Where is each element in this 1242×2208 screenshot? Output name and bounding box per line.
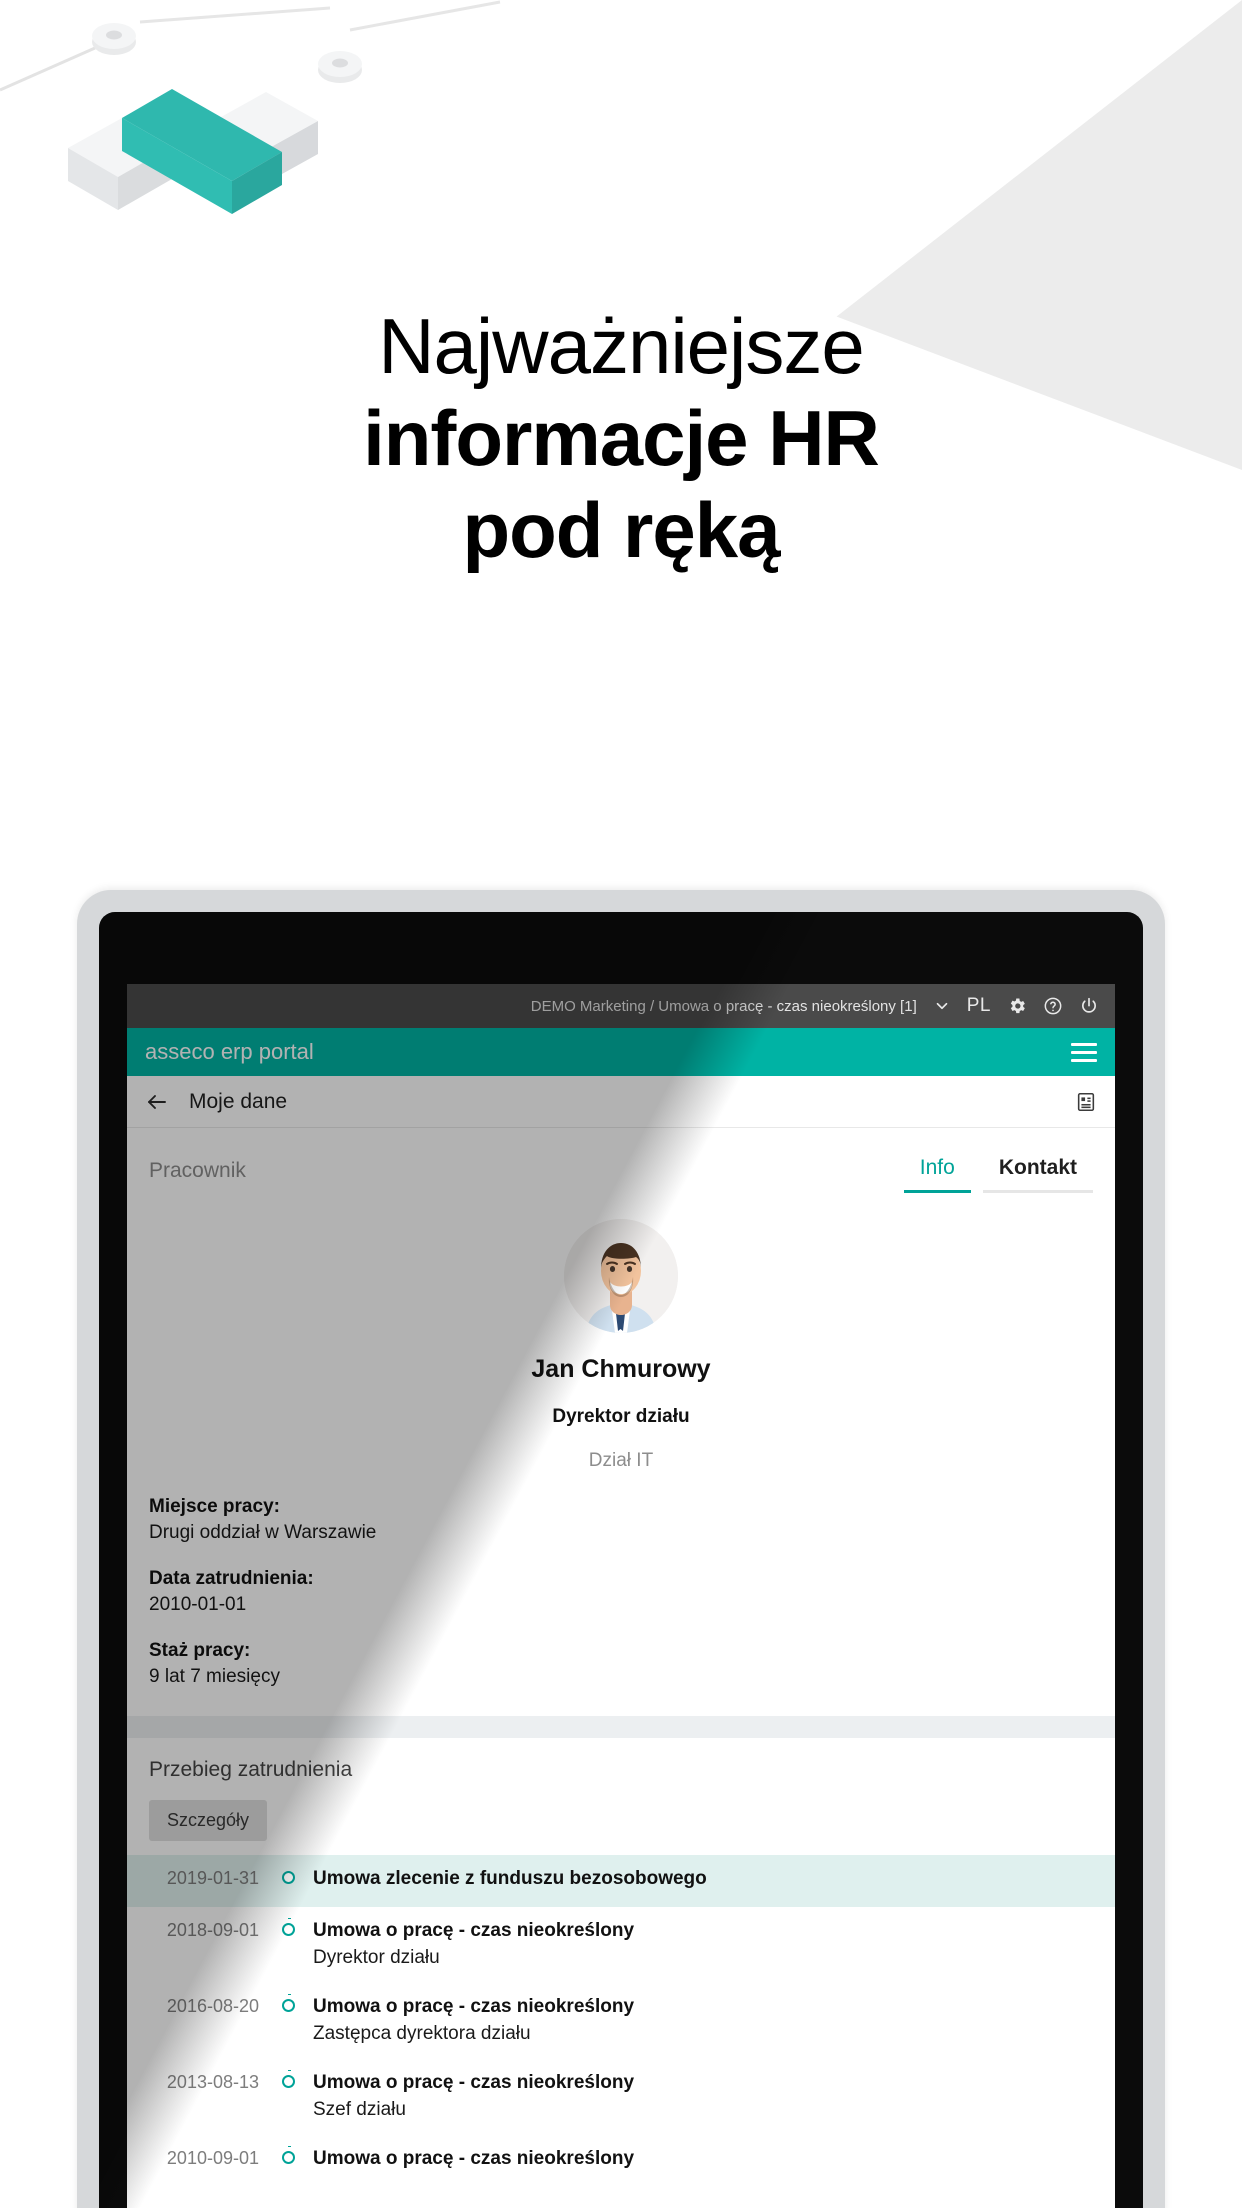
table-row[interactable]: 2010-09-01 Umowa o pracę - czas nieokreś… bbox=[127, 2135, 1115, 2187]
field-label: Data zatrudnienia: bbox=[149, 1568, 314, 1589]
app-status-bar: DEMO Marketing / Umowa o pracę - czas ni… bbox=[127, 984, 1115, 1028]
timeline-date: 2019-01-31 bbox=[166, 1868, 259, 1888]
table-row[interactable]: 2019-01-31 Umowa zlecenie z funduszu bez… bbox=[127, 1855, 1115, 1907]
tablet-screen: DEMO Marketing / Umowa o pracę - czas ni… bbox=[127, 984, 1115, 2208]
timeline-date: 2018-09-01 bbox=[166, 1920, 259, 1940]
timeline-title: Umowa zlecenie z funduszu bezosobowego bbox=[313, 1868, 707, 1889]
timeline-subtitle: Zastępca dyrektora działu bbox=[313, 2023, 531, 2044]
employee-department: Dział IT bbox=[588, 1450, 654, 1471]
details-button[interactable]: Szczegóły bbox=[149, 1800, 268, 1841]
timeline-date: 2016-08-20 bbox=[166, 1996, 259, 2016]
question-circle-icon[interactable] bbox=[1043, 996, 1063, 1016]
timeline-body: Umowa o pracę - czas nieokreślony Zastęp… bbox=[303, 1994, 1115, 2048]
tab-bar: Info Kontakt bbox=[903, 1150, 1093, 1193]
isometric-logo-decoration bbox=[68, 89, 318, 214]
headline-line-3: pod ręką bbox=[462, 486, 780, 574]
field-value: 2010-01-01 bbox=[149, 1594, 247, 1615]
field-workplace: Miejsce pracy: Drugi oddział w Warszawie bbox=[149, 1494, 1093, 1546]
back-arrow-icon[interactable] bbox=[145, 1090, 169, 1114]
timeline-body: Umowa o pracę - czas nieokreślony Szef d… bbox=[303, 2070, 1115, 2124]
gear-icon[interactable] bbox=[1007, 996, 1027, 1016]
tab-kontakt[interactable]: Kontakt bbox=[982, 1150, 1093, 1193]
employee-section-header: Pracownik Info Kontakt bbox=[127, 1128, 1115, 1193]
chevron-down-icon[interactable] bbox=[933, 997, 951, 1015]
table-row[interactable]: 2018-09-01 Umowa o pracę - czas nieokreś… bbox=[127, 1907, 1115, 1983]
timeline-date: 2010-09-01 bbox=[166, 2148, 259, 2168]
timeline-subtitle: Dyrektor działu bbox=[313, 1947, 440, 1968]
employee-fields: Miejsce pracy: Drugi oddział w Warszawie… bbox=[127, 1476, 1115, 1716]
section-label: Pracownik bbox=[149, 1159, 246, 1182]
promo-page: Najważniejsze informacje HR pod ręką DEM… bbox=[0, 0, 1242, 2208]
timeline-title: Umowa o pracę - czas nieokreślony bbox=[313, 1996, 635, 2017]
employment-timeline: 2019-01-31 Umowa zlecenie z funduszu bez… bbox=[127, 1855, 1115, 2187]
employee-role: Dyrektor działu bbox=[552, 1406, 690, 1427]
section-divider bbox=[127, 1716, 1115, 1738]
field-label: Staż pracy: bbox=[149, 1640, 251, 1661]
app-brand-title: asseco erp portal bbox=[145, 1039, 314, 1064]
connector-node-decoration bbox=[318, 0, 501, 83]
avatar bbox=[564, 1219, 678, 1333]
language-selector[interactable]: PL bbox=[967, 995, 991, 1017]
headline-line-1: Najważniejsze bbox=[378, 302, 865, 390]
tablet-bezel: DEMO Marketing / Umowa o pracę - czas ni… bbox=[99, 912, 1143, 2208]
timeline-title: Umowa o pracę - czas nieokreślony bbox=[313, 2148, 635, 2169]
timeline-subtitle: Szef działu bbox=[313, 2099, 406, 2120]
field-hire-date: Data zatrudnienia: 2010-01-01 bbox=[149, 1566, 1093, 1618]
employment-history-header: Przebieg zatrudnienia Szczegóły bbox=[127, 1738, 1115, 1841]
field-label: Miejsce pracy: bbox=[149, 1496, 280, 1517]
hamburger-icon[interactable] bbox=[1071, 1042, 1097, 1062]
page-content: Pracownik Info Kontakt Jan Chmurowy Dyre… bbox=[127, 1128, 1115, 2187]
hero-headline: Najważniejsze informacje HR pod ręką bbox=[0, 300, 1242, 576]
app-bar: asseco erp portal bbox=[127, 1028, 1115, 1076]
context-breadcrumb: DEMO Marketing / Umowa o pracę - czas ni… bbox=[530, 997, 917, 1015]
timeline-body: Umowa o pracę - czas nieokreślony Dyrekt… bbox=[303, 1918, 1115, 1972]
field-tenure: Staż pracy: 9 lat 7 miesięcy bbox=[149, 1638, 1093, 1690]
page-nav-bar: Moje dane bbox=[127, 1076, 1115, 1128]
tab-info[interactable]: Info bbox=[903, 1150, 971, 1193]
headline-line-2: informacje HR bbox=[363, 394, 880, 482]
timeline-title: Umowa o pracę - czas nieokreślony bbox=[313, 2072, 635, 2093]
employee-profile: Jan Chmurowy Dyrektor działu Dział IT bbox=[127, 1193, 1115, 1476]
field-value: 9 lat 7 miesięcy bbox=[149, 1666, 280, 1687]
employment-history-title: Przebieg zatrudnienia bbox=[149, 1758, 353, 1781]
table-row[interactable]: 2013-08-13 Umowa o pracę - czas nieokreś… bbox=[127, 2059, 1115, 2135]
timeline-date: 2013-08-13 bbox=[166, 2072, 259, 2092]
timeline-body: Umowa zlecenie z funduszu bezosobowego bbox=[303, 1866, 1115, 1892]
field-value: Drugi oddział w Warszawie bbox=[149, 1522, 377, 1543]
timeline-body: Umowa o pracę - czas nieokreślony bbox=[303, 2146, 1115, 2172]
timeline-title: Umowa o pracę - czas nieokreślony bbox=[313, 1920, 635, 1941]
id-card-icon[interactable] bbox=[1075, 1091, 1097, 1113]
tablet-device-frame: DEMO Marketing / Umowa o pracę - czas ni… bbox=[77, 890, 1165, 2208]
table-row[interactable]: 2016-08-20 Umowa o pracę - czas nieokreś… bbox=[127, 1983, 1115, 2059]
employee-name: Jan Chmurowy bbox=[531, 1355, 711, 1383]
page-title: Moje dane bbox=[189, 1089, 288, 1113]
power-icon[interactable] bbox=[1079, 996, 1099, 1016]
